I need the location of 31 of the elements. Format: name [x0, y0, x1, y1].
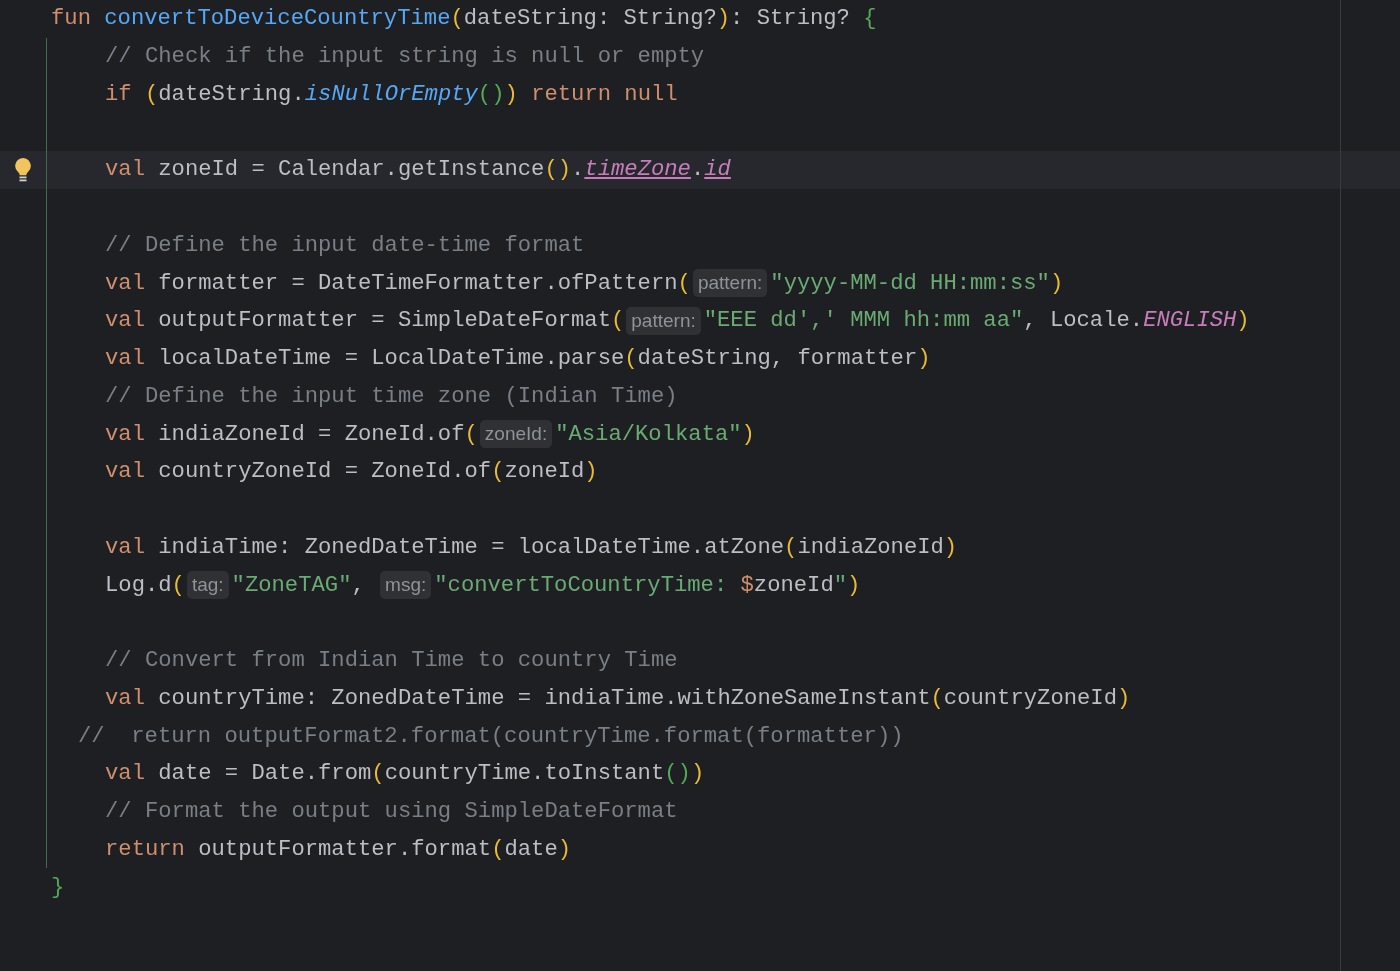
code-text: }: [51, 874, 65, 900]
code-text: "Asia/Kolkata"): [555, 421, 755, 447]
parameter-hint: msg:: [380, 571, 432, 600]
code-text: "EEE dd',' MMM hh:mm aa", Locale.ENGLISH): [703, 308, 1250, 334]
code-comment: // Format the output using SimpleDateFormat: [105, 799, 678, 825]
code-text: val zoneId = Calendar.getInstance().timeZone.id: [105, 157, 731, 183]
code-text: "ZoneTAG",: [231, 572, 366, 598]
code-text: Log.d(: [105, 572, 185, 598]
code-comment: // Define the input date-time format: [105, 232, 585, 258]
code-text: val formatter = DateTimeFormatter.ofPattern(: [105, 270, 691, 296]
parameter-hint: pattern:: [692, 269, 768, 298]
code-text: return outputFormatter.format(date): [105, 836, 572, 862]
code-comment: // Define the input time zone (Indian Time): [105, 383, 678, 409]
code-text: val countryZoneId = ZoneId.of(zoneId): [105, 459, 598, 485]
code-text: val countryTime: ZonedDateTime = indiaTime.withZoneSameInstant(countryZoneId): [105, 685, 1131, 711]
code-text: fun convertToDeviceCountryTime(dateString: String?): String? {: [51, 6, 877, 32]
parameter-hint: tag:: [186, 571, 229, 600]
code-text: val localDateTime = LocalDateTime.parse(dateString, formatter): [105, 346, 931, 372]
code-text: val indiaTime: ZonedDateTime = localDateTime.atZone(indiaZoneId): [105, 534, 958, 560]
lightbulb-icon[interactable]: [14, 156, 32, 183]
code-text: val indiaZoneId = ZoneId.of(: [105, 421, 478, 447]
code-comment: // return outputFormat2.format(countryTime.format(formatter)): [78, 723, 904, 749]
code-text: "convertToCountryTime: $zoneId"): [434, 572, 861, 598]
code-text: if (dateString.isNullOrEmpty()) return null: [105, 81, 678, 107]
code-text: "yyyy-MM-dd HH:mm:ss"): [770, 270, 1064, 296]
parameter-hint: pattern:: [626, 306, 701, 335]
code-text: val outputFormatter = SimpleDateFormat(: [105, 308, 625, 334]
code-comment: // Check if the input string is null or empty: [105, 44, 705, 70]
code-comment: // Convert from Indian Time to country Time: [105, 648, 678, 674]
parameter-hint: zoneId:: [479, 420, 553, 449]
code-text: val date = Date.from(countryTime.toInstant()): [105, 761, 705, 787]
